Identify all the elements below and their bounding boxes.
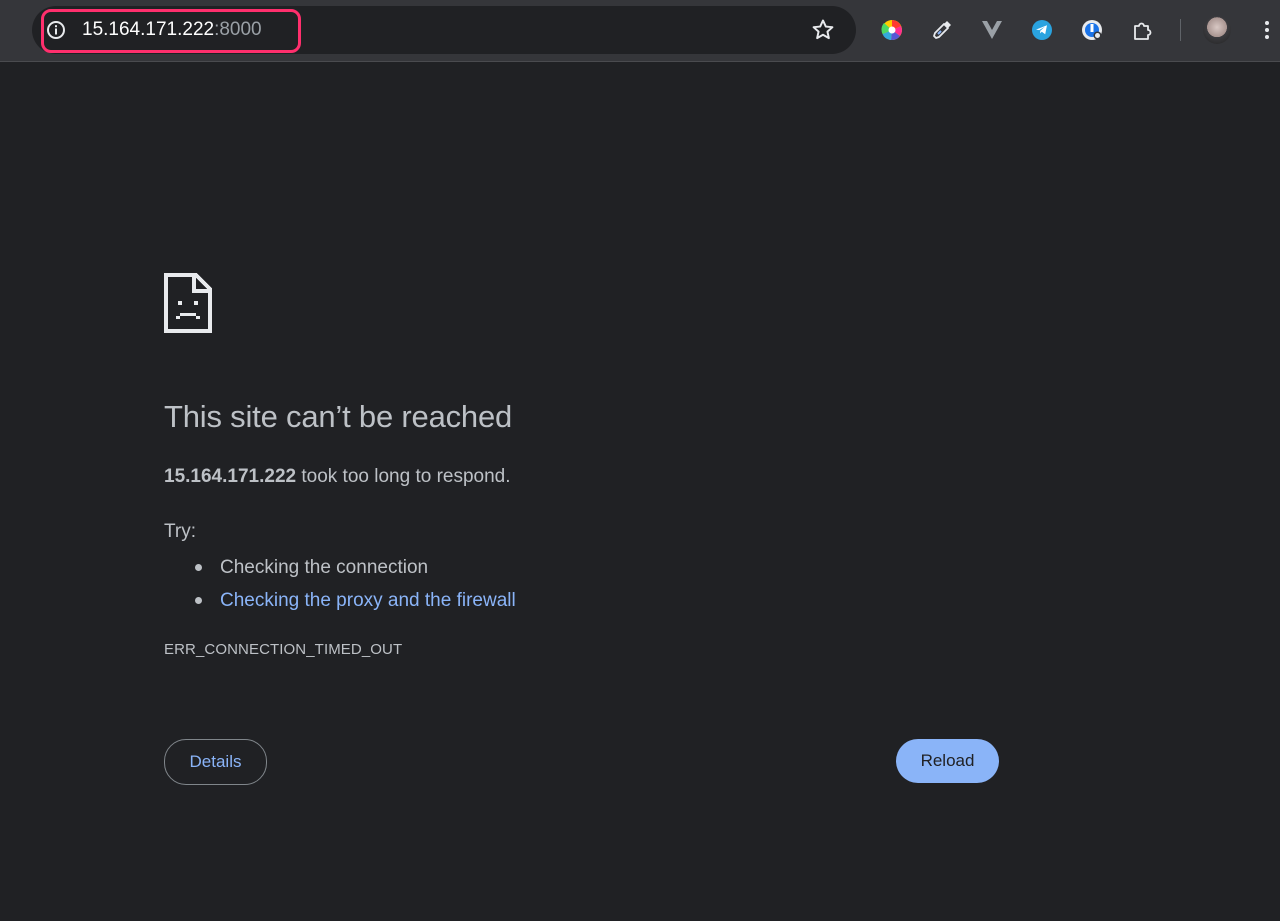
suggestion-check-connection: Checking the connection	[195, 551, 516, 584]
site-info-icon[interactable]	[46, 20, 66, 40]
browser-toolbar: ‹ 15.164.171.222:8000	[0, 0, 1280, 62]
error-page: This site can’t be reached 15.164.171.22…	[0, 62, 1280, 921]
try-label: Try:	[164, 521, 197, 542]
sad-document-icon	[164, 273, 212, 333]
eyedropper-icon[interactable]	[929, 17, 955, 43]
more-menu-icon[interactable]	[1260, 18, 1274, 42]
details-button[interactable]: Details	[164, 739, 267, 785]
toolbar-divider	[1180, 19, 1181, 41]
telegram-icon[interactable]	[1029, 17, 1055, 43]
error-title: This site can’t be reached	[164, 399, 513, 434]
vuetify-icon[interactable]	[979, 17, 1005, 43]
reload-button[interactable]: Reload	[896, 739, 999, 783]
profile-avatar[interactable]	[1203, 16, 1231, 44]
error-host: 15.164.171.222	[164, 466, 297, 487]
error-message-suffix: took too long to respond.	[296, 466, 511, 487]
extensions-puzzle-icon[interactable]	[1130, 17, 1156, 43]
error-code: ERR_CONNECTION_TIMED_OUT	[164, 641, 403, 658]
url-port: :8000	[214, 19, 262, 40]
back-arrow-icon[interactable]: ‹	[0, 22, 4, 38]
bookmark-star-icon[interactable]	[810, 17, 836, 43]
suggestions-list: Checking the connection Checking the pro…	[164, 551, 516, 617]
error-message: 15.164.171.222 took too long to respond.	[164, 464, 511, 490]
url-text[interactable]: 15.164.171.222:8000	[82, 18, 262, 42]
suggestion-proxy-firewall-link[interactable]: Checking the proxy and the firewall	[195, 584, 516, 617]
password-manager-icon[interactable]	[1079, 17, 1105, 43]
color-picker-icon[interactable]	[879, 17, 905, 43]
url-host: 15.164.171.222	[82, 19, 215, 40]
